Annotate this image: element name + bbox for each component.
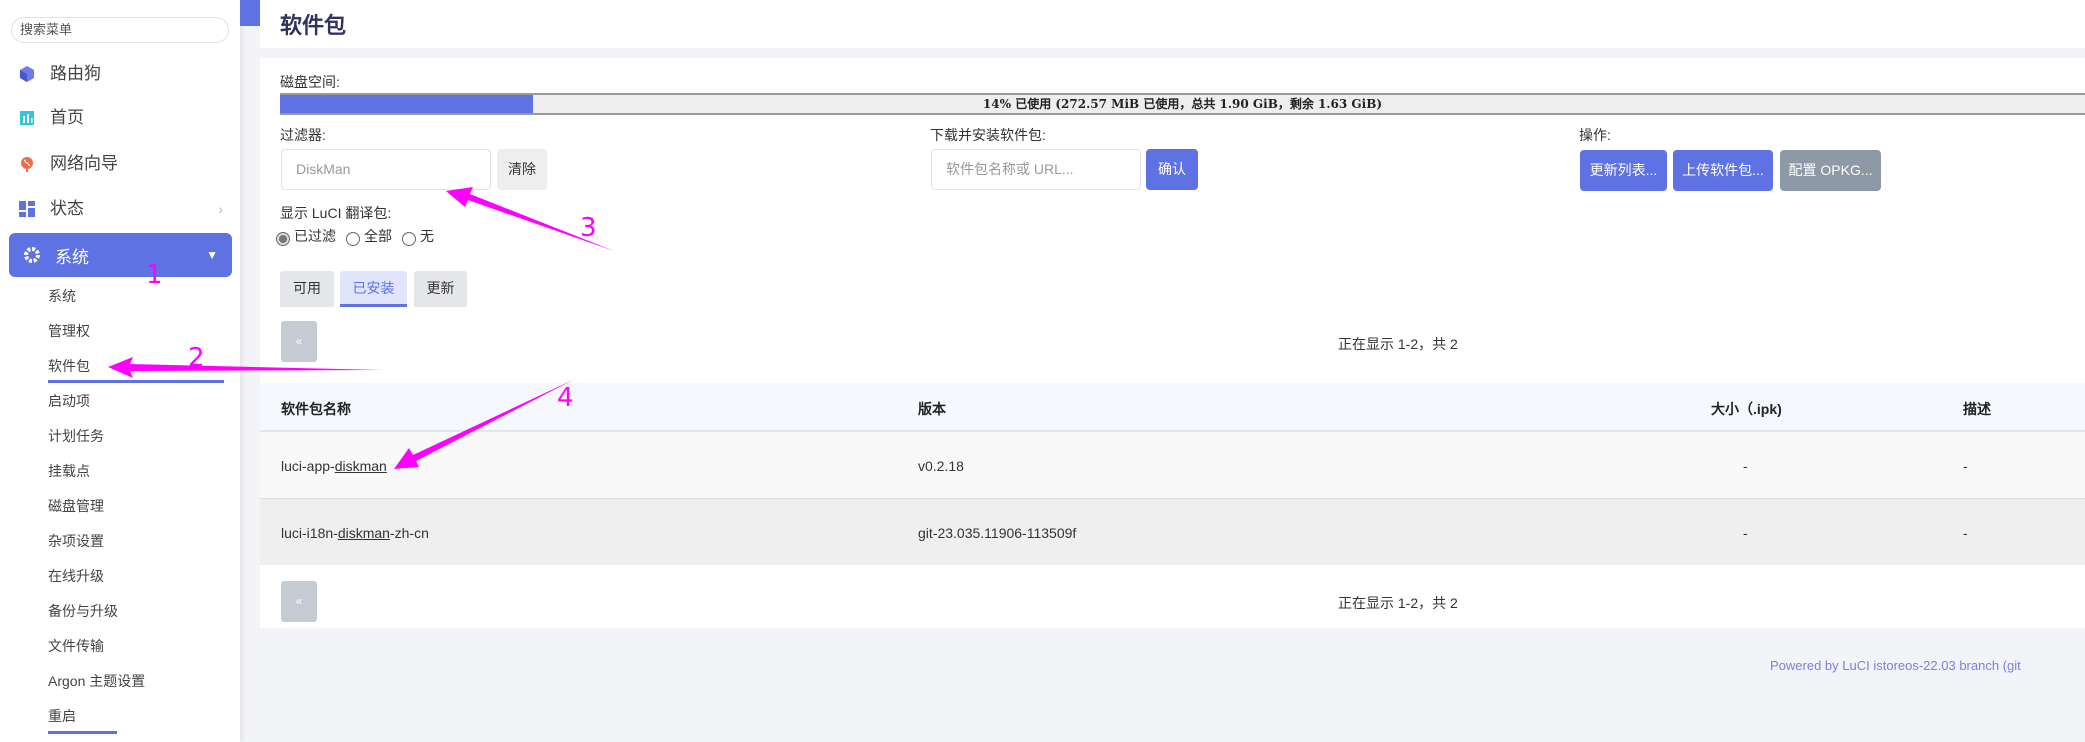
prev-page-button[interactable]: « (281, 321, 317, 362)
radio-label: 无 (420, 228, 434, 244)
disk-space-label: 磁盘空间: (280, 74, 340, 90)
disk-usage-text: 14% 已使用 (272.57 MiB 已使用，总共 1.90 GiB，剩余 1… (982, 97, 1383, 111)
tab-available[interactable]: 可用 (280, 271, 334, 307)
top-accent (240, 0, 260, 26)
actions-label: 操作: (1579, 127, 1611, 143)
header (260, 0, 2085, 48)
gear-icon (24, 247, 40, 263)
chevron-right-icon: › (218, 201, 223, 217)
disk-usage-bar: 14% 已使用 (272.57 MiB 已使用，总共 1.90 GiB，剩余 1… (280, 93, 2085, 115)
package-name: luci-app-diskman (281, 458, 387, 474)
sidebar-subitem[interactable]: 在线升级 (48, 566, 104, 586)
package-description: - (1963, 525, 1968, 541)
package-name: luci-i18n-diskman-zh-cn (281, 525, 429, 541)
luci-translation-label: 显示 LuCI 翻译包: (280, 205, 392, 221)
package-link[interactable]: diskman (338, 525, 390, 541)
active-underline (48, 380, 224, 383)
filter-label: 过滤器: (280, 127, 326, 143)
pager-status: 正在显示 1-2，共 2 (1338, 336, 1458, 352)
radio-all[interactable] (346, 232, 360, 246)
sidebar-subitem[interactable]: 文件传输 (48, 636, 104, 656)
column-header-size: 大小（.ipk) (1711, 401, 1782, 417)
radio-filtered[interactable] (276, 232, 290, 246)
sidebar-subitem[interactable]: 软件包 (48, 356, 90, 376)
sidebar-item-routerdog[interactable]: 路由狗 (18, 59, 101, 89)
package-version: v0.2.18 (918, 458, 964, 474)
sidebar: 搜索菜单 路由狗 首页 网络向导 状态 › 系统 ▼ 系统管理权软件包启动项计划… (0, 0, 240, 742)
sidebar-subitem[interactable]: Argon 主题设置 (48, 671, 145, 691)
luci-filter-radios: 已过滤 全部 无 (276, 226, 434, 246)
chevron-down-icon: ▼ (206, 248, 218, 262)
prev-page-button-bottom[interactable]: « (281, 581, 317, 622)
filter-input[interactable]: DiskMan (281, 149, 491, 190)
page-title: 软件包 (280, 13, 347, 38)
update-lists-button[interactable]: 更新列表... (1580, 150, 1667, 191)
sidebar-subitem[interactable]: 杂项设置 (48, 531, 104, 551)
tab-updates[interactable]: 更新 (414, 271, 467, 307)
footer-link[interactable]: Powered by LuCI istoreos-22.03 branch (g… (1770, 658, 2021, 673)
sidebar-item-label: 路由狗 (50, 64, 101, 83)
sidebar-item-status[interactable]: 状态 › (18, 194, 223, 224)
sidebar-subitem[interactable]: 备份与升级 (48, 601, 118, 621)
column-header-name: 软件包名称 (281, 401, 351, 417)
sidebar-subitem[interactable]: 挂载点 (48, 461, 90, 481)
column-header-version: 版本 (918, 401, 946, 417)
clear-button[interactable]: 清除 (497, 149, 547, 190)
cube-icon (20, 66, 34, 82)
underline (48, 731, 117, 734)
sidebar-item-system[interactable]: 系统 ▼ (9, 233, 232, 277)
package-description: - (1963, 458, 1968, 474)
menu-search-input[interactable]: 搜索菜单 (11, 17, 229, 43)
radio-none[interactable] (402, 232, 416, 246)
sidebar-item-label: 系统 (55, 247, 89, 267)
sidebar-subitem[interactable]: 重启 (48, 706, 76, 726)
globe-icon (21, 157, 33, 172)
confirm-button[interactable]: 确认 (1146, 149, 1198, 190)
sidebar-subitem[interactable]: 启动项 (48, 391, 90, 411)
radio-label: 全部 (364, 228, 392, 244)
sidebar-subitem[interactable]: 计划任务 (48, 426, 104, 446)
package-size: - (1743, 525, 1748, 541)
sidebar-subitem[interactable]: 磁盘管理 (48, 496, 104, 516)
package-url-input[interactable]: 软件包名称或 URL... (931, 149, 1141, 190)
sidebar-subitem[interactable]: 管理权 (48, 321, 90, 341)
table-row (260, 499, 2085, 565)
upload-package-button[interactable]: 上传软件包... (1673, 150, 1773, 191)
table-row (260, 432, 2085, 499)
table-header (260, 383, 2085, 432)
pager-status-bottom: 正在显示 1-2，共 2 (1338, 595, 1458, 611)
radio-label: 已过滤 (294, 228, 336, 244)
package-version: git-23.035.11906-113509f (918, 525, 1077, 541)
sidebar-item-label: 首页 (50, 108, 84, 127)
configure-opkg-button[interactable]: 配置 OPKG... (1780, 150, 1881, 191)
package-link[interactable]: diskman (335, 458, 387, 474)
sidebar-item-label: 状态 (50, 199, 84, 218)
column-header-description: 描述 (1963, 401, 1991, 417)
download-label: 下载并安装软件包: (930, 127, 1046, 143)
sidebar-item-home[interactable]: 首页 (18, 103, 84, 133)
sidebar-item-network-wizard[interactable]: 网络向导 (18, 149, 118, 179)
dashboard-icon (20, 111, 34, 125)
sidebar-subitem[interactable]: 系统 (48, 286, 76, 306)
sidebar-item-label: 网络向导 (50, 154, 118, 173)
grid-icon (19, 201, 35, 217)
tab-installed[interactable]: 已安装 (340, 271, 407, 307)
package-size: - (1743, 458, 1748, 474)
